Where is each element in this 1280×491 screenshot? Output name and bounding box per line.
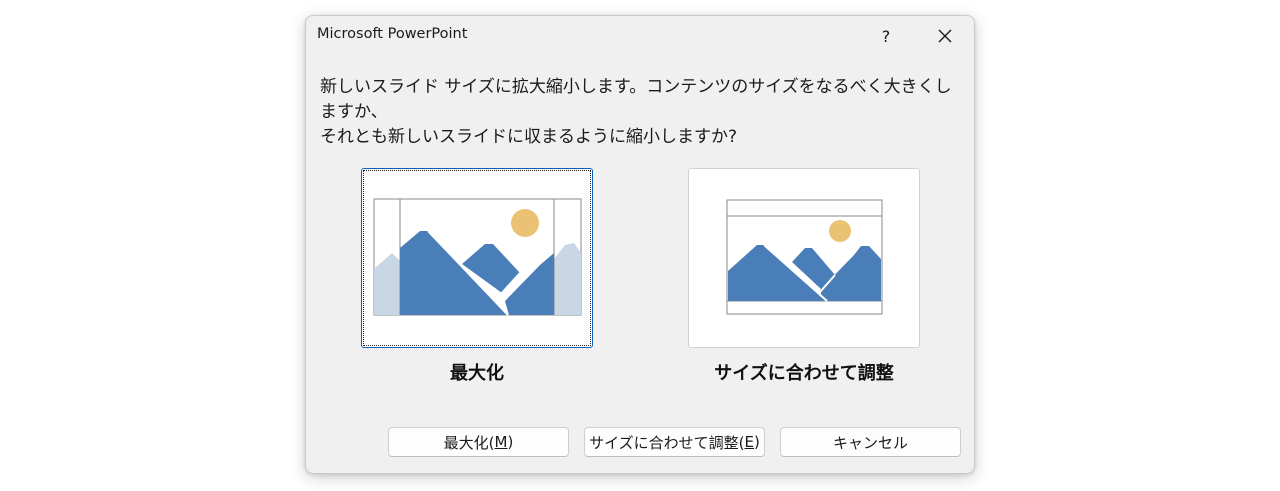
- close-button[interactable]: [928, 20, 962, 52]
- fit-button[interactable]: サイズに合わせて調整(E): [584, 427, 765, 457]
- cancel-button[interactable]: キャンセル: [780, 427, 961, 457]
- dialog-title: Microsoft PowerPoint: [317, 26, 468, 42]
- cancel-button-label: キャンセル: [832, 433, 908, 452]
- dialog-message: 新しいスライド サイズに拡大縮小します。コンテンツのサイズをなるべく大きくします…: [320, 75, 965, 150]
- message-line-1: 新しいスライド サイズに拡大縮小します。コンテンツのサイズをなるべく大きくします…: [320, 77, 952, 122]
- fit-preview-icon: [726, 199, 883, 315]
- maximize-button[interactable]: 最大化(M): [388, 427, 569, 457]
- fit-button-text: サイズに合わせて調整(: [589, 433, 745, 452]
- maximize-button-accesskey: M: [494, 433, 508, 451]
- maximize-option-label: 最大化: [450, 363, 504, 384]
- fit-button-close: ): [754, 433, 760, 451]
- message-line-2: それとも新しいスライドに収まるように縮小しますか?: [320, 127, 738, 147]
- title-bar: Microsoft PowerPoint ?: [306, 16, 974, 56]
- fit-button-accesskey: E: [744, 433, 755, 451]
- maximize-option-tile[interactable]: [361, 168, 593, 348]
- fit-option-label: サイズに合わせて調整: [714, 363, 894, 384]
- help-button[interactable]: ?: [870, 20, 902, 52]
- maximize-button-close: ): [507, 433, 514, 451]
- close-icon: [938, 29, 952, 43]
- maximize-button-text: 最大化(: [443, 433, 495, 452]
- powerpoint-dialog: Microsoft PowerPoint ? 新しいスライド サイズに拡大縮小し…: [305, 15, 975, 474]
- help-icon: ?: [881, 26, 891, 46]
- fit-option-tile[interactable]: [688, 168, 920, 348]
- maximize-preview-icon: [373, 198, 582, 316]
